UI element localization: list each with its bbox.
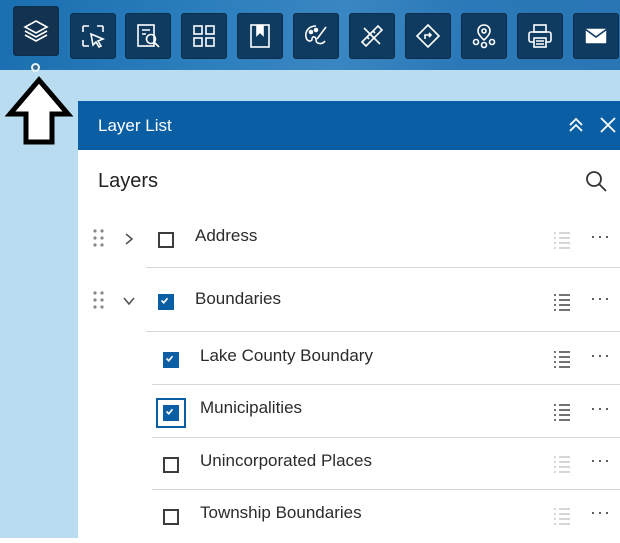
measure-button[interactable] (349, 13, 395, 59)
share-button[interactable] (573, 13, 619, 59)
chevron-down-icon[interactable] (122, 294, 136, 308)
widget-toolbar (0, 0, 620, 72)
print-icon (528, 24, 552, 48)
layer-row-address[interactable]: Address ··· (78, 212, 620, 264)
checkmark-icon (165, 355, 174, 362)
more-options-icon[interactable]: ··· (590, 450, 611, 471)
layer-list-panel: Layer List Layers Address ··· Boundaries… (78, 101, 620, 538)
query-button[interactable] (125, 13, 171, 59)
layer-checkbox[interactable] (158, 294, 174, 310)
print-button[interactable] (517, 13, 563, 59)
active-indicator (31, 63, 40, 72)
legend-icon[interactable] (552, 402, 572, 422)
layer-label: Unincorporated Places (200, 451, 372, 470)
divider (152, 489, 620, 490)
directions-button[interactable] (405, 13, 451, 59)
layer-label: Township Boundaries (200, 503, 362, 522)
select-icon (82, 25, 106, 49)
layer-row-lake-county-boundary[interactable]: Lake County Boundary ··· (78, 333, 620, 385)
mail-icon (584, 27, 608, 45)
basemap-gallery-icon (193, 25, 215, 47)
more-options-icon[interactable]: ··· (590, 226, 611, 247)
layer-label: Address (195, 226, 258, 245)
layer-checkbox[interactable] (163, 509, 179, 525)
bookmarks-button[interactable] (237, 13, 283, 59)
legend-icon[interactable] (552, 292, 572, 312)
more-options-icon[interactable]: ··· (590, 502, 611, 523)
checkmark-icon (160, 297, 169, 304)
layers-heading-bar: Layers (78, 150, 620, 212)
layer-label: Boundaries (195, 289, 282, 308)
divider (146, 331, 620, 332)
legend-icon[interactable] (552, 506, 572, 526)
layer-list-button[interactable] (13, 6, 59, 56)
query-icon (137, 24, 160, 48)
layer-checkbox[interactable] (163, 352, 179, 368)
layer-checkbox[interactable] (163, 457, 179, 473)
more-options-icon[interactable]: ··· (590, 288, 611, 309)
collapse-icon[interactable] (565, 114, 587, 136)
near-me-button[interactable] (461, 13, 507, 59)
panel-title: Layer List (98, 115, 172, 135)
legend-icon[interactable] (552, 230, 572, 250)
layer-row-township-boundaries[interactable]: Township Boundaries ··· (78, 491, 620, 543)
bookmark-icon (250, 24, 270, 48)
more-options-icon[interactable]: ··· (590, 345, 611, 366)
drag-handle-icon[interactable] (92, 290, 106, 310)
basemap-gallery-button[interactable] (181, 13, 227, 59)
panel-header: Layer List (78, 101, 620, 150)
legend-icon[interactable] (552, 454, 572, 474)
layer-row-municipalities[interactable]: Municipalities ··· (78, 385, 620, 437)
layers-heading: Layers (98, 169, 159, 192)
draw-icon (305, 25, 327, 45)
select-button[interactable] (70, 13, 116, 59)
drag-handle-icon[interactable] (92, 228, 106, 248)
layers-icon (23, 20, 49, 42)
draw-button[interactable] (293, 13, 339, 59)
divider (146, 267, 620, 268)
layer-checkbox[interactable] (156, 398, 186, 428)
layer-row-unincorporated-places[interactable]: Unincorporated Places ··· (78, 438, 620, 490)
directions-icon (415, 23, 441, 49)
legend-icon[interactable] (552, 349, 572, 369)
layer-label: Lake County Boundary (200, 346, 373, 365)
layer-row-boundaries[interactable]: Boundaries ··· (78, 273, 620, 325)
checkmark-icon (165, 408, 174, 415)
close-icon[interactable] (597, 114, 619, 136)
pointer-arrow-icon (4, 76, 74, 145)
chevron-right-icon[interactable] (122, 232, 136, 246)
search-icon[interactable] (584, 169, 608, 193)
measure-icon (360, 24, 384, 48)
layer-label: Municipalities (200, 398, 303, 417)
nearby-icon (472, 24, 496, 49)
more-options-icon[interactable]: ··· (590, 398, 611, 419)
layer-checkbox[interactable] (158, 232, 174, 248)
